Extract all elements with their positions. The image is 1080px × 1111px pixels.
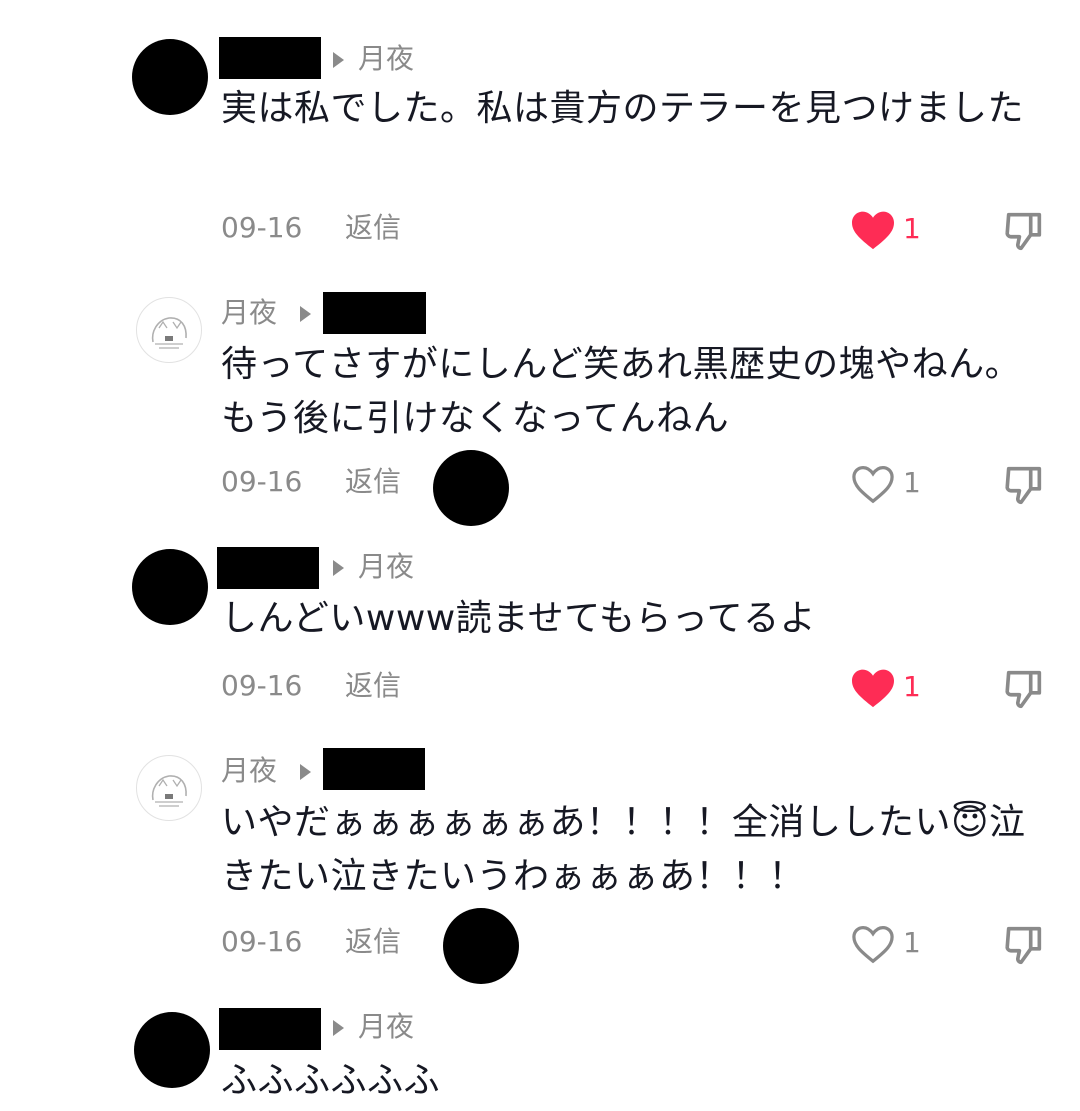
redacted-username: [219, 1008, 321, 1050]
redaction-mark: [443, 908, 519, 984]
reply-button[interactable]: 返信: [345, 208, 401, 248]
like-count: 1: [903, 926, 921, 959]
reply-button[interactable]: 返信: [345, 462, 401, 502]
play-arrow-icon: [300, 306, 311, 322]
redaction-mark: [433, 450, 509, 526]
comment-text: ふふふふふふ: [221, 1060, 441, 1101]
avatar[interactable]: [132, 549, 208, 625]
redacted-username: [217, 547, 319, 589]
comment-date: 09-16: [221, 925, 303, 958]
thumbs-down-icon[interactable]: [1000, 208, 1048, 254]
heart-icon[interactable]: [850, 667, 896, 709]
avatar[interactable]: [134, 1012, 210, 1088]
reply-button[interactable]: 返信: [345, 666, 401, 706]
reply-button[interactable]: 返信: [345, 922, 401, 962]
author-name[interactable]: 月夜: [221, 750, 277, 792]
comment-text: 実は私でした。私は貴方のテラーを見つけました: [221, 88, 1025, 129]
redacted-username: [323, 292, 426, 334]
reply-target-name[interactable]: 月夜: [358, 38, 414, 80]
comment-text: 待ってさすがにしんど笑あれ黒歴史の塊やねん。もう後に引けなくなってんねん: [221, 344, 1022, 439]
redacted-username: [219, 37, 321, 79]
avatar[interactable]: [136, 297, 202, 363]
comment-text: いやだぁぁぁぁぁぁあ！！！！全消ししたい😇泣きたい泣きたいうわぁぁぁあ！！！: [221, 802, 1026, 897]
thumbs-down-icon[interactable]: [1000, 462, 1048, 508]
reply-target-name[interactable]: 月夜: [358, 1006, 414, 1048]
thumbs-down-icon[interactable]: [1000, 922, 1048, 968]
author-name[interactable]: 月夜: [221, 292, 277, 334]
like-count: 1: [903, 670, 921, 703]
like-count: 1: [903, 212, 921, 245]
comment-date: 09-16: [221, 465, 303, 498]
play-arrow-icon: [333, 52, 344, 68]
avatar[interactable]: [136, 755, 202, 821]
like-count: 1: [903, 466, 921, 499]
comment-text: しんどいwww読ませてもらってるよ: [221, 598, 817, 639]
heart-icon[interactable]: [850, 923, 896, 965]
play-arrow-icon: [300, 764, 311, 780]
thumbs-down-icon[interactable]: [1000, 666, 1048, 712]
heart-icon[interactable]: [850, 209, 896, 251]
play-arrow-icon: [333, 560, 344, 576]
heart-icon[interactable]: [850, 463, 896, 505]
comment-date: 09-16: [221, 211, 303, 244]
play-arrow-icon: [333, 1020, 344, 1036]
avatar[interactable]: [132, 39, 208, 115]
redacted-username: [323, 748, 425, 790]
comment-date: 09-16: [221, 669, 303, 702]
reply-target-name[interactable]: 月夜: [358, 546, 414, 588]
